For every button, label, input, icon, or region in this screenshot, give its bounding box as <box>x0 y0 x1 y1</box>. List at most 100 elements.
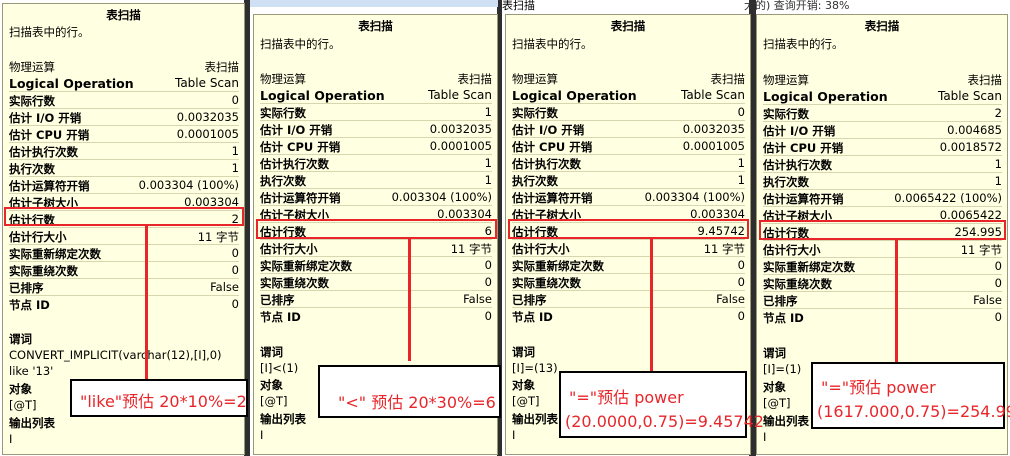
row-est-op-cost: 估计运算符开销 0.0065422 (100%) <box>763 191 1002 207</box>
row-est-io: 估计 I/O 开销 0.0032035 <box>9 110 239 126</box>
row-actual-rows: 实际行数 0 <box>512 105 745 121</box>
annotation-connector <box>650 239 653 379</box>
panel-title: 表扫描 <box>610 19 646 33</box>
annotation-callout-3: "="预估 power (20.0000,0.75)=9.45742 <box>559 371 764 438</box>
row-ordered: 已排序 False <box>9 280 239 296</box>
panel-description: 扫描表中的行。 <box>512 37 593 51</box>
panel-description: 扫描表中的行。 <box>9 25 90 39</box>
row-est-row-size: 估计行大小 11 字节 <box>260 242 492 257</box>
row-est-op-cost: 估计运算符开销 0.003304 (100%) <box>260 190 492 206</box>
object-label: 对象 <box>763 380 786 394</box>
row-node-id: 节点 ID 0 <box>763 310 1002 325</box>
predicate-text: [I]=(1) <box>763 362 802 376</box>
row-actual-rows: 实际行数 0 <box>9 93 239 109</box>
output-list-value: I <box>763 430 767 444</box>
background-text: 表扫描 <box>502 0 535 12</box>
row-est-exec: 估计执行次数 1 <box>512 156 745 172</box>
annotation-connector <box>408 239 411 361</box>
background-toolbar <box>250 0 498 7</box>
predicate-label: 谓词 <box>763 346 786 360</box>
object-value: [@T] <box>763 396 791 410</box>
predicate-label: 谓词 <box>512 345 535 359</box>
panel-title: 表扫描 <box>358 19 393 33</box>
panel-description: 扫描表中的行。 <box>763 37 844 51</box>
row-ordered: 已排序 False <box>260 292 492 308</box>
row-est-io: 估计 I/O 开销 0.0032035 <box>512 122 745 138</box>
row-est-cpu: 估计 CPU 开销 0.0001005 <box>260 139 492 155</box>
predicate-text-2: like '13' <box>9 364 54 378</box>
row-logical-op: Logical Operation Table Scan <box>512 88 745 104</box>
annotation-text-2: (1617.000,0.75)=254.995 <box>817 402 1010 421</box>
row-logical-op: Logical Operation Table Scan <box>9 76 239 92</box>
row-est-op-cost: 估计运算符开销 0.003304 (100%) <box>512 190 745 206</box>
row-ordered: 已排序 False <box>763 293 1002 309</box>
row-est-cpu: 估计 CPU 开销 0.0018572 <box>763 140 1002 156</box>
row-exec-count: 执行次数 1 <box>763 174 1002 190</box>
predicate-label: 谓词 <box>260 345 283 359</box>
row-actual-rewinds: 实际重绕次数 0 <box>763 276 1002 292</box>
predicate-text: [I]=(13) <box>512 361 558 375</box>
object-value: [@T] <box>9 398 37 412</box>
object-value: [@T] <box>512 394 540 408</box>
row-node-id: 节点 ID 0 <box>260 309 492 324</box>
annotation-text-2: (20.0000,0.75)=9.45742 <box>565 412 764 431</box>
output-list-label: 输出列表 <box>260 412 306 426</box>
annotation-text: "="预估 power <box>821 378 936 397</box>
row-actual-rows: 实际行数 1 <box>260 105 492 121</box>
panel-title: 表扫描 <box>864 19 900 33</box>
row-physical-op: 物理运算 表扫描 <box>260 72 492 86</box>
predicate-text: CONVERT_IMPLICIT(varchar(12),[I],0) <box>9 348 222 362</box>
annotation-callout-4: "="预估 power (1617.000,0.75)=254.995 <box>811 362 1010 429</box>
row-physical-op: 物理运算 表扫描 <box>9 60 239 74</box>
row-actual-rebinds: 实际重新绑定次数 0 <box>9 246 239 262</box>
row-est-io: 估计 I/O 开销 0.004685 <box>763 123 1002 139</box>
output-list-label: 输出列表 <box>512 412 558 426</box>
row-actual-rewinds: 实际重绕次数 0 <box>260 275 492 291</box>
row-est-row-size: 估计行大小 11 字节 <box>9 230 239 245</box>
output-list-label: 输出列表 <box>9 416 55 430</box>
row-est-cpu: 估计 CPU 开销 0.0001005 <box>9 127 239 143</box>
est-rows-highlight <box>759 220 1006 240</box>
row-est-row-size: 估计行大小 11 字节 <box>512 242 745 257</box>
row-exec-count: 执行次数 1 <box>9 161 239 177</box>
output-list-label: 输出列表 <box>763 414 809 428</box>
annotation-connector <box>895 240 898 362</box>
output-list-value: I <box>9 432 13 446</box>
row-node-id: 节点 ID 0 <box>512 309 745 324</box>
row-exec-count: 执行次数 1 <box>512 173 745 189</box>
predicate-label: 谓词 <box>9 332 32 346</box>
row-physical-op: 物理运算 表扫描 <box>512 72 745 86</box>
row-logical-op: Logical Operation Table Scan <box>763 89 1002 105</box>
row-logical-op: Logical Operation Table Scan <box>260 88 492 104</box>
est-rows-highlight <box>508 219 749 239</box>
annotation-callout-1: "like"预估 20*10%=2 <box>70 379 248 417</box>
row-est-cpu: 估计 CPU 开销 0.0001005 <box>512 139 745 155</box>
row-actual-rebinds: 实际重新绑定次数 0 <box>763 259 1002 275</box>
annotation-text: "="预估 power <box>569 388 684 407</box>
output-list-value: I <box>512 428 516 442</box>
est-rows-highlight <box>256 219 497 239</box>
panel-description: 扫描表中的行。 <box>260 37 341 51</box>
row-exec-count: 执行次数 1 <box>260 173 492 189</box>
est-rows-highlight <box>4 207 244 226</box>
row-est-exec: 估计执行次数 1 <box>763 157 1002 173</box>
row-est-exec: 估计执行次数 1 <box>9 144 239 160</box>
row-est-exec: 估计执行次数 1 <box>260 156 492 172</box>
row-est-row-size: 估计行大小 11 字节 <box>763 243 1002 258</box>
row-ordered: 已排序 False <box>512 292 745 308</box>
annotation-text: "<" 预估 20*30%=6 <box>338 393 496 412</box>
row-physical-op: 物理运算 表扫描 <box>763 73 1002 87</box>
row-node-id: 节点 ID 0 <box>9 297 239 312</box>
row-est-op-cost: 估计运算符开销 0.003304 (100%) <box>9 178 239 194</box>
annotation-callout-2: "<" 预估 20*30%=6 <box>318 365 501 418</box>
annotation-connector <box>145 226 148 386</box>
row-actual-rebinds: 实际重新绑定次数 0 <box>512 258 745 274</box>
output-list-value: I <box>260 428 264 442</box>
background-text: 大的) 查询开销: 38% <box>744 0 850 12</box>
predicate-text: [I]<(1) <box>260 361 299 375</box>
row-actual-rewinds: 实际重绕次数 0 <box>9 263 239 279</box>
row-actual-rewinds: 实际重绕次数 0 <box>512 275 745 291</box>
object-label: 对象 <box>512 378 535 392</box>
annotation-text: "like"预估 20*10%=2 <box>80 392 247 411</box>
panel-title: 表扫描 <box>106 8 141 22</box>
